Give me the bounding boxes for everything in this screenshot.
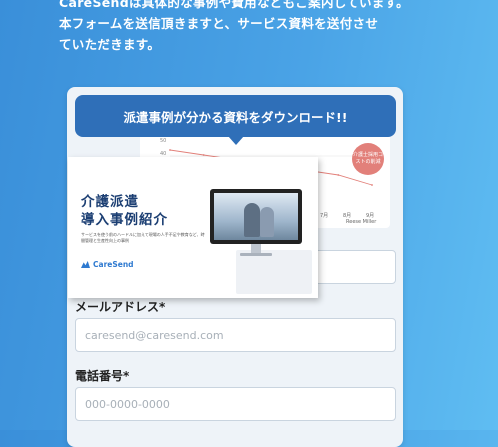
intro-line-3: ていただきます。 <box>59 37 161 52</box>
intro-line-1: CareSendは具体的な事例や費用などもご案内しています。 <box>59 0 409 10</box>
monitor-icon <box>210 189 302 244</box>
data-point-6 <box>371 184 373 186</box>
intro-line-2: 本フォームを送信頂きますと、サービス資料を送付させ <box>59 16 379 31</box>
monitor-base-icon <box>240 253 272 256</box>
brochure-title-line-2: 導入事例紹介 <box>81 212 168 228</box>
logo-text: CareSend <box>93 260 134 269</box>
data-point-5 <box>337 174 340 176</box>
download-banner: 派遣事例が分かる資料をダウンロード!! <box>75 95 396 137</box>
phone-field[interactable] <box>75 387 396 421</box>
banner-arrow <box>228 136 244 145</box>
x-tick-7: 7月 <box>320 213 329 219</box>
brochure-description: サービスを使う前のハードルに加えて現場の人手不足や教育など、時間管理と生産性向上… <box>81 232 205 243</box>
phone-label: 電話番号* <box>75 369 130 383</box>
data-point-0 <box>169 149 171 151</box>
cost-reduction-badge: 介護士採用コストの削減 <box>352 143 384 175</box>
x-tick-9: 9月 <box>366 213 375 219</box>
email-label: メールアドレス* <box>75 300 166 314</box>
person-icon <box>260 207 274 237</box>
brochure-image: 介護派遣 導入事例紹介 サービスを使う前のハードルに加えて現場の人手不足や教育な… <box>68 157 318 298</box>
caresend-logo: CareSend <box>81 260 134 269</box>
monitor-stand-icon <box>251 244 261 253</box>
email-field[interactable] <box>75 318 396 352</box>
desk-icon <box>236 250 312 294</box>
person-icon <box>244 203 260 237</box>
intro-text: CareSendは具体的な事例や費用などもご案内しています。 本フォームを送信頂… <box>59 0 409 55</box>
data-point-1 <box>202 154 205 156</box>
x-tick-8: 8月 <box>343 213 352 219</box>
logo-mark-icon <box>81 261 90 268</box>
monitor-photo <box>214 193 298 240</box>
brochure-title-line-1: 介護派遣 <box>81 194 139 210</box>
y-tick-50: 50 <box>160 138 167 144</box>
chart-legend: Reese Miller <box>346 219 377 225</box>
